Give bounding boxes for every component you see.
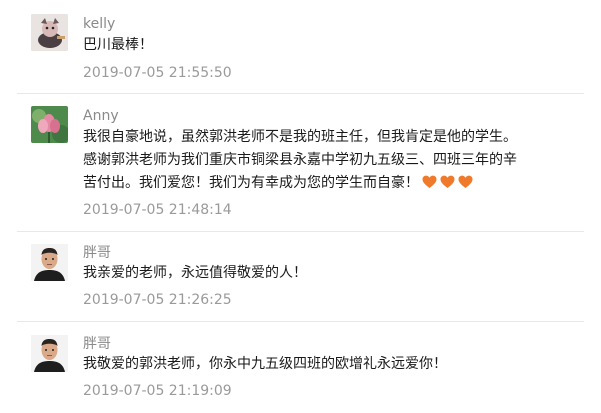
comment-timestamp: 2019-07-05 21:48:14: [83, 202, 232, 218]
heart-emoji-icon: [458, 175, 473, 189]
comment-timestamp: 2019-07-05 21:26:25: [83, 292, 232, 308]
divider: [17, 231, 584, 232]
comment-text: 巴川最棒！: [83, 37, 153, 53]
man-portrait-avatar[interactable]: [31, 335, 68, 372]
divider: [17, 321, 584, 322]
comment-text-line: 我很自豪地说，虽然郭洪老师不是我的班主任，但我肯定是他的学生。: [83, 129, 517, 145]
comment-author[interactable]: Anny: [83, 107, 119, 125]
comment-author[interactable]: 胖哥: [83, 335, 111, 353]
comment-author[interactable]: 胖哥: [83, 244, 111, 262]
cartoon-figure-avatar[interactable]: [31, 14, 68, 51]
heart-emoji-icon: [422, 175, 437, 189]
comment-author[interactable]: kelly: [83, 15, 115, 33]
comment-timestamp: 2019-07-05 21:55:50: [83, 65, 232, 81]
man-portrait-avatar[interactable]: [31, 244, 68, 281]
comment-text: 苦付出。我们爱您！我们为有幸成为您的学生而自豪！: [83, 175, 419, 191]
comment-text: 我亲爱的老师，永远值得敬爱的人！: [83, 265, 307, 281]
comment-text-line: 感谢郭洪老师为我们重庆市铜梁县永嘉中学初九五级三、四班三年的辛: [83, 152, 517, 168]
heart-emoji-icon: [440, 175, 455, 189]
comment-text: 我敬爱的郭洪老师，你永中九五级四班的欧增礼永远爱你！: [83, 356, 447, 372]
comment-timestamp: 2019-07-05 21:19:09: [83, 383, 232, 399]
lotus-flower-avatar[interactable]: [31, 106, 68, 143]
divider: [17, 93, 584, 94]
comment-text-line: 苦付出。我们爱您！我们为有幸成为您的学生而自豪！: [83, 172, 473, 195]
comment-list: kelly 巴川最棒！ 2019-07-05 21:55:50 Anny 我很自…: [0, 0, 601, 413]
